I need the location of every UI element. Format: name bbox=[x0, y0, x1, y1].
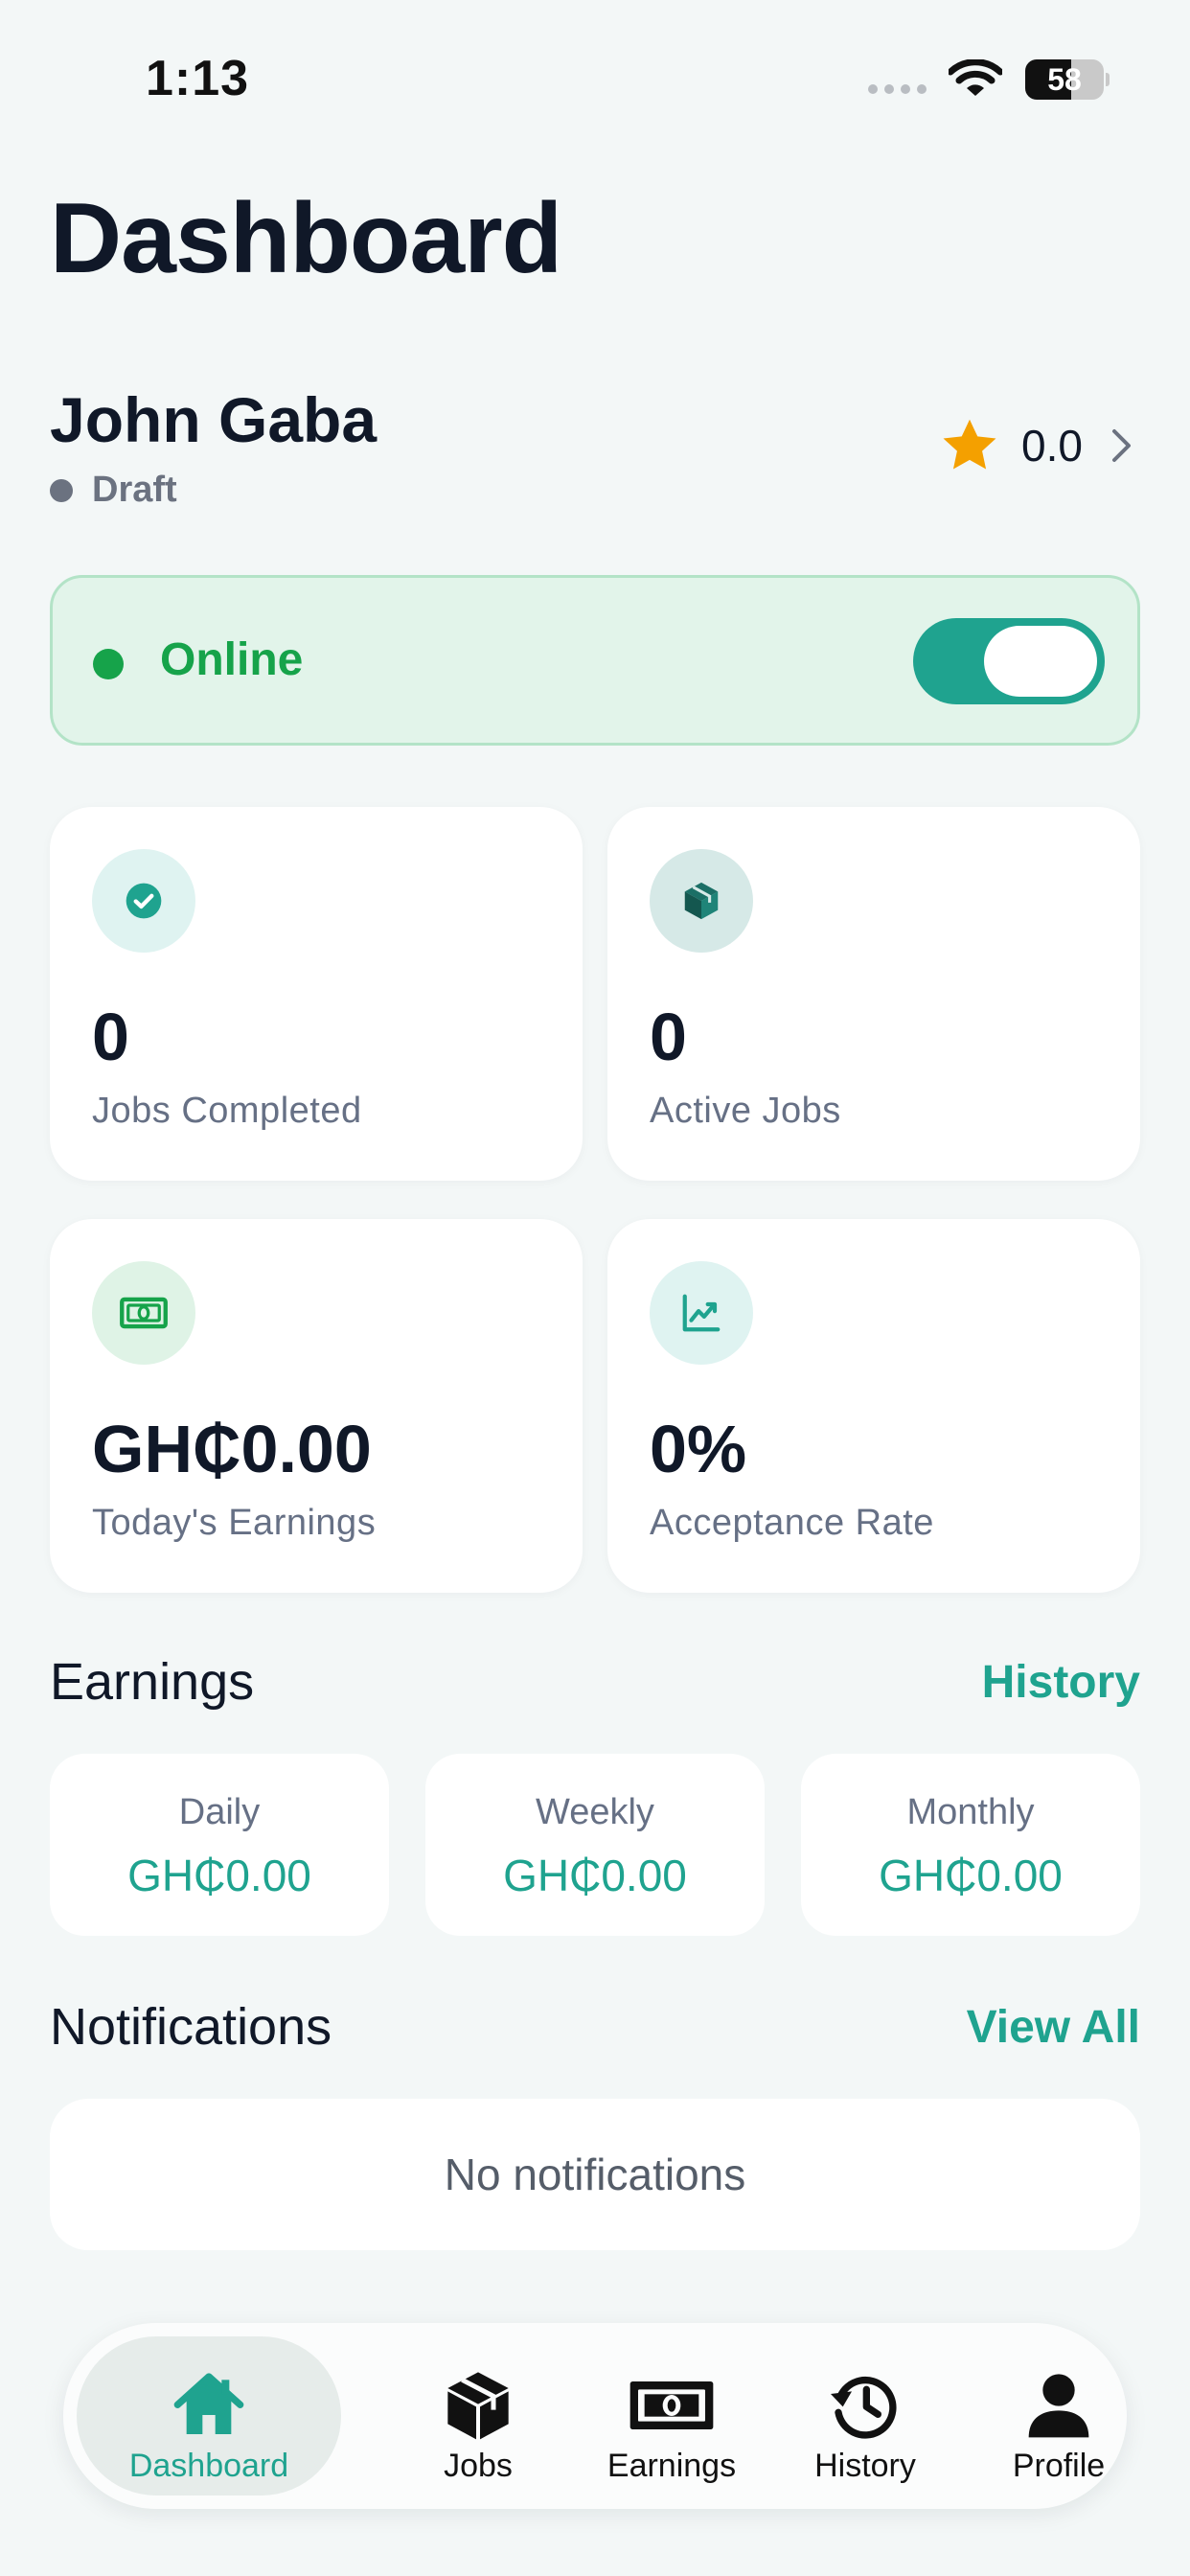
battery-icon: 58 bbox=[1025, 59, 1110, 100]
stat-value: 0 bbox=[650, 1000, 687, 1074]
earnings-period-label: Monthly bbox=[906, 1792, 1035, 1832]
stat-value: GH₵0.00 bbox=[92, 1412, 372, 1486]
tab-label: Jobs bbox=[444, 2448, 513, 2484]
battery-percent: 58 bbox=[1047, 62, 1082, 97]
stat-card-acceptance-rate: 0% Acceptance Rate bbox=[607, 1219, 1140, 1593]
earnings-period-label: Weekly bbox=[536, 1792, 654, 1832]
rating-value: 0.0 bbox=[1021, 421, 1083, 471]
status-time: 1:13 bbox=[146, 51, 250, 106]
status-dot bbox=[50, 478, 73, 502]
stat-label: Acceptance Rate bbox=[650, 1503, 934, 1543]
stat-label: Jobs Completed bbox=[92, 1091, 362, 1131]
earnings-period-label: Daily bbox=[178, 1792, 261, 1832]
status-bar: 1:13 58 bbox=[0, 0, 1190, 163]
earnings-amount: GH₵0.00 bbox=[503, 1851, 687, 1900]
availability-label: Online bbox=[160, 634, 304, 685]
earnings-card-monthly[interactable]: Monthly GH₵0.00 bbox=[801, 1754, 1140, 1936]
toggle-knob bbox=[984, 626, 1097, 697]
tab-history[interactable]: History bbox=[767, 2336, 964, 2496]
package-icon bbox=[650, 849, 753, 953]
stat-value: 0% bbox=[650, 1412, 747, 1486]
star-icon bbox=[943, 419, 996, 470]
stat-label: Today's Earnings bbox=[92, 1503, 377, 1543]
home-icon bbox=[173, 2373, 244, 2434]
earnings-amount: GH₵0.00 bbox=[879, 1851, 1063, 1900]
driver-name: John Gaba bbox=[50, 384, 378, 455]
notifications-section-title: Notifications bbox=[50, 1998, 332, 2056]
cellular-signal-icon bbox=[868, 84, 927, 94]
cash-icon bbox=[92, 1261, 195, 1365]
trending-up-icon bbox=[650, 1261, 753, 1365]
earnings-amount: GH₵0.00 bbox=[127, 1851, 311, 1900]
bottom-tab-bar: Dashboard Jobs Earnings History Profile bbox=[63, 2323, 1127, 2509]
stat-label: Active Jobs bbox=[650, 1091, 841, 1131]
tab-label: History bbox=[814, 2448, 916, 2484]
history-icon bbox=[831, 2377, 897, 2439]
package-icon bbox=[447, 2372, 509, 2440]
tab-label: Earnings bbox=[606, 2448, 737, 2484]
tab-label: Profile bbox=[1012, 2448, 1106, 2484]
tab-jobs[interactable]: Jobs bbox=[379, 2336, 577, 2496]
page-title: Dashboard bbox=[50, 183, 562, 294]
stat-card-active-jobs: 0 Active Jobs bbox=[607, 807, 1140, 1181]
earnings-card-daily[interactable]: Daily GH₵0.00 bbox=[50, 1754, 389, 1936]
tab-earnings[interactable]: Earnings bbox=[573, 2336, 770, 2496]
earnings-card-weekly[interactable]: Weekly GH₵0.00 bbox=[425, 1754, 765, 1936]
check-circle-icon bbox=[92, 849, 195, 953]
driver-status-label: Draft bbox=[92, 470, 177, 510]
driver-status: Draft bbox=[50, 470, 177, 511]
tab-dashboard[interactable]: Dashboard bbox=[77, 2336, 341, 2496]
stat-card-todays-earnings: GH₵0.00 Today's Earnings bbox=[50, 1219, 583, 1593]
stat-value: 0 bbox=[92, 1000, 129, 1074]
person-icon bbox=[1028, 2374, 1089, 2438]
wifi-icon bbox=[949, 59, 1002, 96]
dashboard-screen: 1:13 58 Dashboard John Gaba Draft 0.0 On… bbox=[0, 0, 1190, 2576]
rating-button[interactable]: 0.0 bbox=[939, 412, 1134, 479]
earnings-history-link[interactable]: History bbox=[982, 1656, 1140, 1709]
chevron-right-icon bbox=[1111, 429, 1131, 462]
cash-icon bbox=[629, 2381, 714, 2429]
tab-label: Dashboard bbox=[128, 2448, 289, 2484]
tab-profile[interactable]: Profile bbox=[960, 2336, 1157, 2496]
online-indicator-dot bbox=[93, 649, 124, 679]
online-toggle[interactable] bbox=[913, 618, 1105, 704]
notifications-empty-text: No notifications bbox=[444, 2150, 746, 2199]
availability-card: Online bbox=[50, 575, 1140, 746]
notifications-view-all-link[interactable]: View All bbox=[967, 2001, 1140, 2054]
notifications-card: No notifications bbox=[50, 2099, 1140, 2250]
earnings-section-title: Earnings bbox=[50, 1653, 255, 1711]
stat-card-jobs-completed: 0 Jobs Completed bbox=[50, 807, 583, 1181]
